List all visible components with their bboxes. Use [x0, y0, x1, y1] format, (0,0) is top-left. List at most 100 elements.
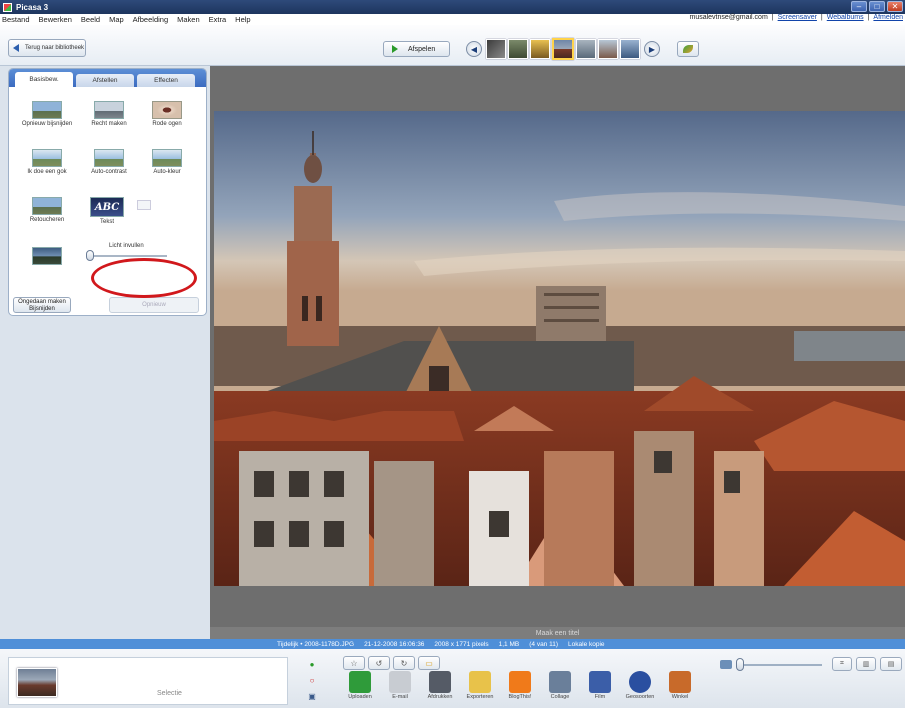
clear-selection-icon[interactable]: ○ [306, 674, 318, 686]
straighten-icon [94, 101, 124, 119]
movie-button[interactable]: Film [580, 671, 620, 700]
lucky-tool-button[interactable]: Ik doe een gok [19, 149, 75, 176]
caption-field[interactable]: Maak een titel [210, 627, 905, 639]
auto-color-tool-button[interactable]: Auto-kleur [139, 149, 195, 176]
fill-light-slider[interactable] [86, 250, 167, 261]
actual-size-button[interactable]: ▥ [856, 657, 876, 671]
menu-beeld[interactable]: Beeld [81, 15, 100, 24]
share-actions: Uploaden E-mail Afdrukken Exporteren Blo… [340, 671, 700, 700]
cityscape-photo [214, 111, 905, 586]
fill-light-slider-knob[interactable] [86, 250, 94, 261]
file-date: 21-12-2008 16:06:36 [364, 640, 425, 648]
rotate-left-icon[interactable]: ↺ [368, 656, 390, 670]
straighten-tool-button[interactable]: Recht maken [81, 101, 137, 128]
main-photo [214, 111, 905, 586]
fit-view-button[interactable]: ⌗ [832, 657, 852, 671]
screensaver-link[interactable]: Screensaver [778, 14, 817, 21]
crop-tool-button[interactable]: Opnieuw bijsnijden [19, 101, 75, 128]
email-icon [389, 671, 411, 693]
geotag-button[interactable]: Geosoorten [620, 671, 660, 700]
close-icon[interactable]: ✕ [887, 1, 903, 12]
star-icon[interactable]: ☆ [343, 656, 365, 670]
play-slideshow-button[interactable]: Afspelen [383, 41, 450, 57]
menu-map[interactable]: Map [109, 15, 124, 24]
filmstrip-thumbnail[interactable] [598, 39, 618, 59]
window-title: Picasa 3 [16, 2, 49, 12]
disabled-tool-icon [137, 200, 151, 210]
webalbums-link[interactable]: Webalbums [827, 14, 864, 21]
tab-effects[interactable]: Effecten [137, 74, 195, 87]
shop-button[interactable]: Winkel [660, 671, 700, 700]
maximize-icon[interactable]: □ [869, 1, 885, 12]
menu-bewerken[interactable]: Bewerken [39, 15, 72, 24]
email-button[interactable]: E-mail [380, 671, 420, 700]
blogthis-button[interactable]: BlogThis! [500, 671, 540, 700]
leaf-icon [683, 45, 693, 53]
filmstrip-thumbnail[interactable] [620, 39, 640, 59]
filmstrip-thumbnail[interactable] [530, 39, 550, 59]
red-eye-tool-button[interactable]: Rode ogen [139, 101, 195, 128]
collage-button[interactable]: Collage [540, 671, 580, 700]
retouch-tool-button[interactable]: Retoucheren [19, 197, 75, 224]
email-label: E-mail [392, 694, 408, 700]
edit-tabs: Basisbew. Afstellen Effecten [9, 69, 206, 87]
edit-sidebar: Basisbew. Afstellen Effecten Opnieuw bij… [0, 66, 210, 644]
back-to-library-button[interactable]: Terug naar bibliotheek [8, 39, 86, 57]
minimize-icon[interactable]: – [851, 1, 867, 12]
blogger-icon [509, 671, 531, 693]
photo-info-bar: Tijdelijk • 2008-1178D.JPG 21-12-2008 16… [0, 639, 905, 649]
edit-panel: Basisbew. Afstellen Effecten Opnieuw bij… [8, 68, 207, 316]
zoom-slider[interactable] [740, 664, 822, 666]
auto-contrast-tool-button[interactable]: Auto-contrast [81, 149, 137, 176]
tab-tuning[interactable]: Afstellen [76, 74, 134, 87]
shop-label: Winkel [671, 694, 689, 700]
compare-view-button[interactable]: ▤ [880, 657, 902, 671]
filmstrip-thumbnail[interactable] [486, 39, 506, 59]
rotate-right-icon[interactable]: ↻ [393, 656, 415, 670]
menu-help[interactable]: Help [235, 15, 250, 24]
print-button[interactable]: Afdrukken [420, 671, 460, 700]
sign-out-link[interactable]: Afmelden [873, 14, 903, 21]
selection-label: Selectie [157, 690, 182, 697]
blogthis-label: BlogThis! [508, 694, 532, 700]
undo-crop-button[interactable]: Ongedaan maken Bijsnijden [13, 297, 71, 313]
filmstrip-thumbnail[interactable] [576, 39, 596, 59]
tag-icon[interactable]: ▭ [418, 656, 440, 670]
menu-maken[interactable]: Maken [177, 15, 200, 24]
printer-icon [429, 671, 451, 693]
tab-basic-fixes[interactable]: Basisbew. [15, 72, 73, 87]
hold-pin-icon[interactable]: ● [306, 658, 318, 670]
menu-extra[interactable]: Extra [209, 15, 227, 24]
filmstrip-thumbnail-current[interactable] [552, 38, 574, 60]
image-viewer [210, 66, 905, 627]
text-tool-button[interactable]: ABC Tekst [79, 197, 151, 226]
separator: | [771, 14, 774, 21]
print-label: Afdrukken [427, 694, 453, 700]
filmstrip-thumbnail[interactable] [508, 39, 528, 59]
lucky-icon [32, 149, 62, 167]
fill-light-label: Licht invullen [109, 243, 144, 249]
earth-icon [629, 671, 651, 693]
previous-photo-icon[interactable]: ◀ [466, 41, 482, 57]
title-bar: Picasa 3 – □ ✕ [0, 0, 905, 14]
menu-afbeelding[interactable]: Afbeelding [133, 15, 168, 24]
picasa-window: Picasa 3 – □ ✕ Bestand Bewerken Beeld Ma… [0, 0, 905, 708]
photo-effect-button[interactable] [677, 41, 699, 57]
film-icon [589, 671, 611, 693]
next-photo-icon[interactable]: ▶ [644, 41, 660, 57]
picasa-logo-icon [3, 2, 12, 12]
tray-thumbnail[interactable] [17, 668, 57, 697]
upload-button[interactable]: Uploaden [340, 671, 380, 700]
fill-light-icon-button[interactable] [19, 247, 75, 267]
upload-label: Uploaden [348, 694, 372, 700]
account-links: musalevtnse@gmail.com | Screensaver | We… [689, 14, 903, 21]
photo-position: (4 van 11) [529, 640, 559, 648]
zoom-picture-icon [720, 660, 732, 669]
export-button[interactable]: Exporteren [460, 671, 500, 700]
export-label: Exporteren [466, 694, 494, 700]
menu-bestand[interactable]: Bestand [2, 15, 30, 24]
collage-label: Collage [550, 694, 570, 700]
zoom-slider-knob[interactable] [736, 658, 744, 671]
selection-tray: Selectie [8, 657, 288, 705]
add-to-album-icon[interactable]: ▣ [306, 690, 318, 702]
